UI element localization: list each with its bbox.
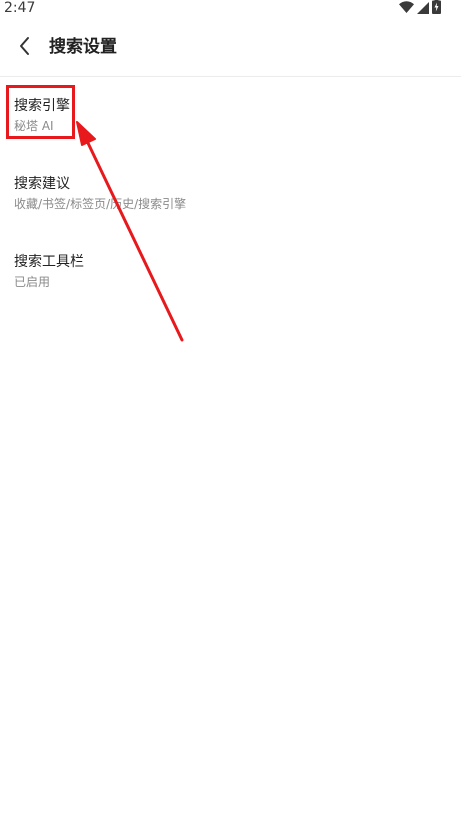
cellular-signal-icon [417, 0, 429, 18]
setting-item-search-suggestions[interactable]: 搜索建议 收藏/书签/标签页/历史/搜索引擎 [0, 155, 461, 233]
app-bar: 搜索设置 [0, 20, 461, 77]
status-bar: 2:47 [0, 0, 461, 20]
setting-title: 搜索建议 [14, 176, 70, 192]
setting-title: 搜索引擎 [14, 98, 70, 114]
setting-subtitle: 已启用 [14, 275, 51, 289]
wifi-icon [399, 0, 414, 18]
battery-charging-icon [432, 0, 441, 18]
status-time: 2:47 [4, 0, 36, 16]
chevron-left-icon [18, 36, 30, 60]
status-icons [399, 0, 441, 16]
setting-item-search-toolbar[interactable]: 搜索工具栏 已启用 [0, 233, 461, 311]
screen: 2:47 搜索设置 搜索引擎 秘塔 AI 搜索建议 收藏/书签/标签页/历史/搜… [0, 0, 461, 821]
settings-list: 搜索引擎 秘塔 AI 搜索建议 收藏/书签/标签页/历史/搜索引擎 搜索工具栏 … [0, 77, 461, 311]
setting-title: 搜索工具栏 [14, 254, 84, 270]
setting-subtitle: 秘塔 AI [14, 119, 54, 133]
setting-subtitle: 收藏/书签/标签页/历史/搜索引擎 [14, 197, 187, 211]
setting-item-search-engine[interactable]: 搜索引擎 秘塔 AI [0, 77, 461, 155]
page-title: 搜索设置 [49, 37, 117, 57]
back-button[interactable] [10, 34, 38, 62]
